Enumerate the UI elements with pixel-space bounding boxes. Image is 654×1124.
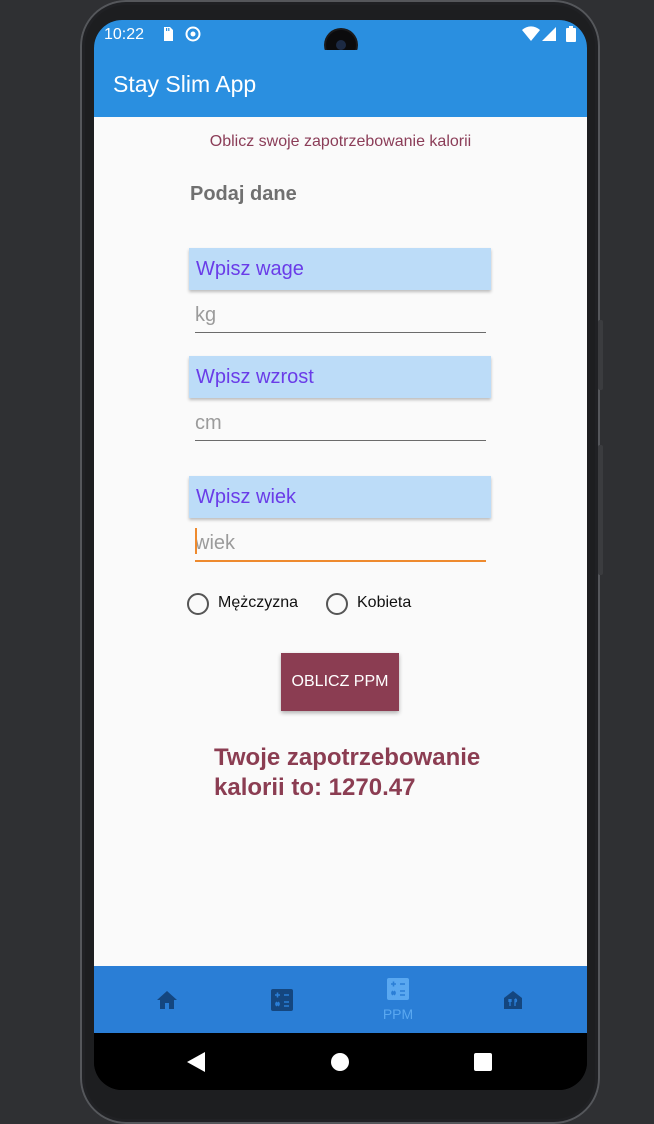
bottom-navigation: PPM	[94, 966, 587, 1033]
wifi-icon	[522, 26, 540, 41]
signal-icon	[542, 27, 556, 41]
restaurant-icon	[504, 991, 522, 1009]
calculator-icon	[387, 978, 409, 1000]
weight-label: Wpisz wage	[189, 248, 491, 290]
home-button-icon[interactable]	[331, 1053, 349, 1071]
recents-icon[interactable]	[474, 1053, 492, 1071]
main-content: Oblicz swoje zapotrzebowanie kalorii Pod…	[94, 117, 587, 966]
nav-home[interactable]	[137, 966, 197, 1033]
nav-calculator[interactable]	[252, 966, 312, 1033]
age-label: Wpisz wiek	[189, 476, 491, 518]
phone-screen: 10:22 Stay Slim App Oblicz swoje zapotrz…	[94, 20, 587, 1090]
calculator-icon	[271, 989, 293, 1011]
app-title: Stay Slim App	[113, 71, 257, 97]
back-icon[interactable]	[187, 1052, 205, 1072]
system-navigation-bar	[94, 1033, 587, 1090]
radio-male-label[interactable]: Mężczyzna	[218, 594, 298, 612]
result-text: Twoje zapotrzebowanie kalorii to: 1270.4…	[214, 744, 481, 801]
volume-button	[598, 320, 603, 390]
status-time: 10:22	[104, 26, 145, 43]
calculate-button[interactable]: OBLICZ PPM	[281, 653, 399, 711]
battery-icon	[566, 26, 576, 42]
nav-ppm-label: PPM	[382, 1006, 414, 1022]
app-bar: Stay Slim App	[94, 50, 587, 117]
height-label: Wpisz wzrost	[189, 356, 491, 398]
radio-female[interactable]	[326, 593, 348, 615]
page-subtitle: Oblicz swoje zapotrzebowanie kalorii	[209, 133, 472, 150]
radio-female-label[interactable]: Kobieta	[357, 594, 411, 612]
sync-icon	[185, 26, 201, 42]
nav-restaurant[interactable]	[483, 966, 543, 1033]
height-input[interactable]	[195, 406, 486, 441]
age-input[interactable]	[195, 526, 486, 562]
nav-ppm[interactable]: PPM	[368, 966, 428, 1033]
home-icon	[157, 991, 177, 1009]
power-button	[598, 445, 603, 575]
sd-card-icon	[164, 27, 173, 41]
text-cursor	[195, 528, 197, 554]
radio-male[interactable]	[187, 593, 209, 615]
section-title: Podaj dane	[190, 183, 297, 205]
weight-input[interactable]	[195, 298, 486, 333]
